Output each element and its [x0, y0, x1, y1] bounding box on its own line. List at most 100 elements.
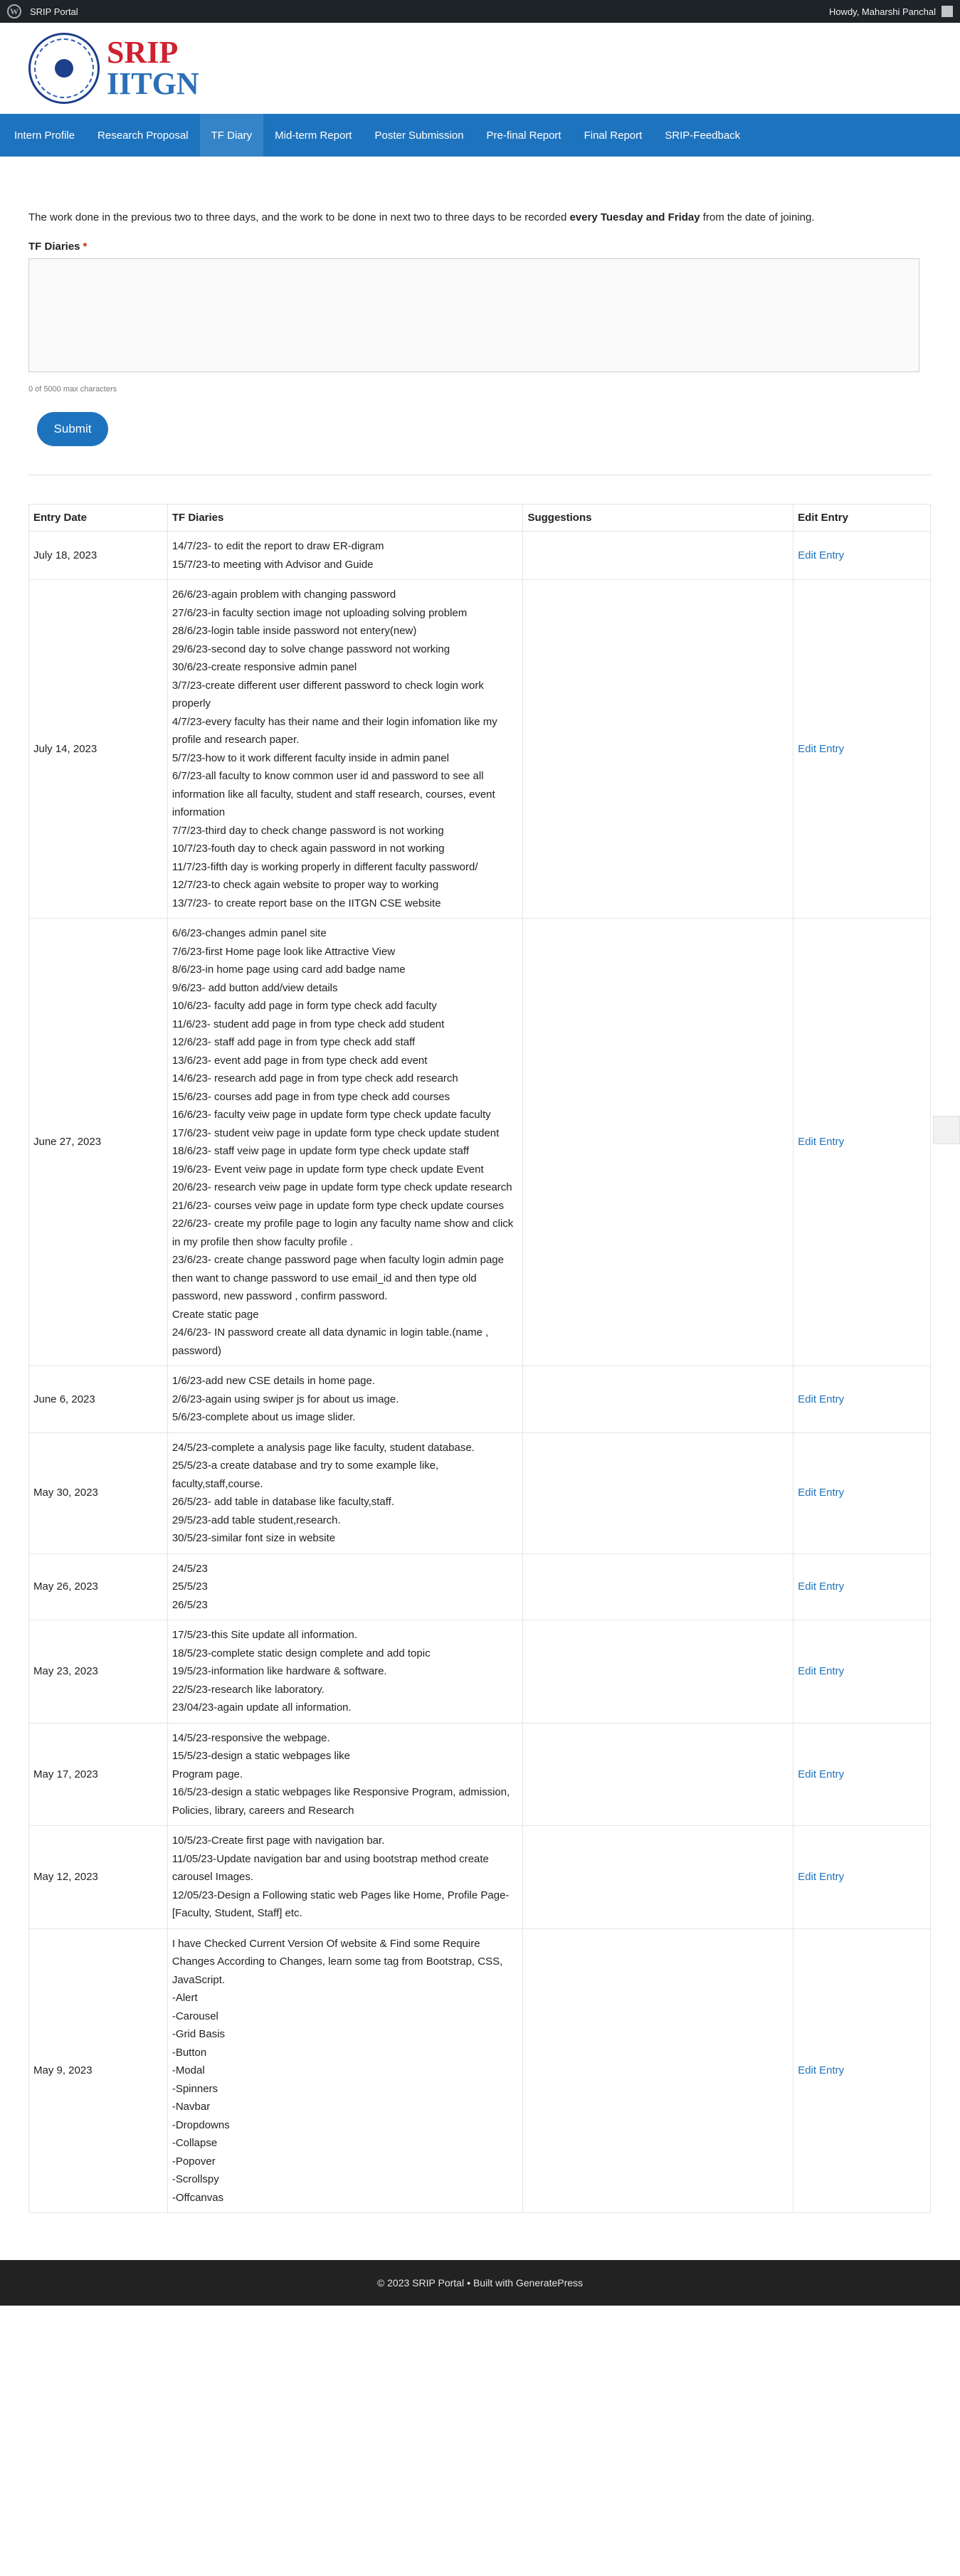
entry-suggestions — [522, 531, 794, 580]
entry-diary: 1/6/23-add new CSE details in home page.… — [167, 1366, 524, 1433]
entry-suggestions — [522, 1722, 794, 1826]
edit-entry-link[interactable]: Edit Entry — [798, 1871, 844, 1883]
admin-bar-greeting[interactable]: Howdy, Maharshi Panchal — [829, 6, 936, 17]
site-logo[interactable]: SRIP IITGN — [28, 33, 199, 104]
diary-line: -Carousel — [172, 2010, 218, 2022]
diary-line: 6/7/23-all faculty to know common user i… — [172, 770, 495, 818]
nav-item-intern-profile[interactable]: Intern Profile — [3, 114, 86, 157]
diary-line: 5/6/23-complete about us image slider. — [172, 1411, 356, 1423]
entry-date: May 12, 2023 — [28, 1825, 168, 1929]
required-marker: * — [83, 241, 88, 253]
diary-line: 19/6/23- Event veiw page in update form … — [172, 1163, 484, 1176]
entry-edit-cell: Edit Entry — [793, 1432, 931, 1554]
entry-edit-cell: Edit Entry — [793, 1366, 931, 1433]
entry-date: May 30, 2023 — [28, 1432, 168, 1554]
site-header: SRIP IITGN — [0, 23, 960, 114]
diary-line: 29/6/23-second day to solve change passw… — [172, 643, 450, 655]
table-row: May 9, 2023 I have Checked Current Versio… — [28, 1928, 931, 2213]
diary-line: Program page. — [172, 1768, 243, 1780]
nav-item-final-report[interactable]: Final Report — [573, 114, 654, 157]
diary-line: 25/5/23 — [172, 1580, 208, 1593]
table-row: May 23, 2023 17/5/23-this Site update all… — [28, 1620, 931, 1724]
entry-edit-cell: Edit Entry — [793, 918, 931, 1366]
diary-line: 10/5/23-Create first page with navigatio… — [172, 1835, 385, 1847]
edit-entry-link[interactable]: Edit Entry — [798, 2064, 844, 2076]
edit-entry-link[interactable]: Edit Entry — [798, 1393, 844, 1405]
edit-entry-link[interactable]: Edit Entry — [798, 1487, 844, 1499]
header-suggestions: Suggestions — [522, 504, 794, 532]
diary-line: -Alert — [172, 1992, 198, 2004]
diary-line: 30/6/23-create responsive admin panel — [172, 661, 357, 673]
table-row: July 14, 2023 26/6/23-again problem with … — [28, 579, 931, 919]
main-content: The work done in the previous two to thr… — [0, 209, 960, 2213]
submit-button[interactable]: Submit — [37, 412, 108, 446]
logo-text-iitgn: IITGN — [107, 66, 199, 101]
avatar[interactable] — [941, 6, 953, 17]
diary-line: -Navbar — [172, 2101, 211, 2113]
diary-entries-table: Entry Date TF Diaries Suggestions Edit E… — [28, 504, 931, 2213]
entry-diary: 6/6/23-changes admin panel site 7/6/23-fi… — [167, 918, 524, 1366]
nav-item-research-proposal[interactable]: Research Proposal — [86, 114, 200, 157]
entry-edit-cell: Edit Entry — [793, 1928, 931, 2213]
diary-line: 11/05/23-Update navigation bar and using… — [172, 1852, 489, 1884]
edit-entry-link[interactable]: Edit Entry — [798, 1665, 844, 1677]
entry-diary: 10/5/23-Create first page with navigatio… — [167, 1825, 524, 1929]
diary-line: 28/6/23-login table inside password not … — [172, 625, 417, 637]
diary-line: 24/5/23-complete a analysis page like fa… — [172, 1441, 475, 1454]
diary-line: 24/6/23- IN password create all data dyn… — [172, 1326, 489, 1357]
nav-item-poster-submission[interactable]: Poster Submission — [363, 114, 475, 157]
diary-line: 25/5/23-a create database and try to som… — [172, 1459, 439, 1490]
footer-built-with[interactable]: Built with GeneratePress — [473, 2277, 583, 2289]
nav-item-mid-term-report[interactable]: Mid-term Report — [263, 114, 363, 157]
entry-edit-cell: Edit Entry — [793, 1620, 931, 1724]
table-row: May 30, 2023 24/5/23-complete a analysis … — [28, 1432, 931, 1554]
diary-line: 26/5/23 — [172, 1598, 208, 1611]
diary-line: 8/6/23-in home page using card add badge… — [172, 964, 406, 976]
entry-date: May 9, 2023 — [28, 1928, 168, 2213]
edit-entry-link[interactable]: Edit Entry — [798, 549, 844, 561]
edit-entry-link[interactable]: Edit Entry — [798, 1580, 844, 1593]
diary-line: Create static page — [172, 1308, 259, 1321]
diary-line: 14/6/23- research add page in from type … — [172, 1072, 458, 1084]
diary-line: -Modal — [172, 2064, 205, 2076]
diary-line: -Grid Basis — [172, 2028, 226, 2040]
diary-line: 11/6/23- student add page in from type c… — [172, 1018, 445, 1030]
entry-edit-cell: Edit Entry — [793, 1825, 931, 1929]
admin-bar-account[interactable]: Howdy, Maharshi Panchal — [829, 6, 953, 17]
header-entry-date: Entry Date — [28, 504, 168, 532]
entry-suggestions — [522, 1366, 794, 1433]
entry-diary: 26/6/23-again problem with changing pass… — [167, 579, 524, 919]
table-row: June 6, 2023 1/6/23-add new CSE details i… — [28, 1366, 931, 1433]
table-row: July 18, 2023 14/7/23- to edit the report… — [28, 531, 931, 580]
diary-line: 9/6/23- add button add/view details — [172, 981, 338, 994]
nav-item-pre-final-report[interactable]: Pre-final Report — [475, 114, 573, 157]
edit-entry-link[interactable]: Edit Entry — [798, 1768, 844, 1780]
tf-diaries-textarea[interactable] — [28, 258, 919, 372]
side-scroll-tab[interactable] — [933, 1116, 960, 1144]
diary-line: 3/7/23-create different user different p… — [172, 679, 484, 710]
diary-line: 2/6/23-again using swiper js for about u… — [172, 1393, 399, 1405]
wordpress-logo-icon[interactable]: W — [7, 4, 21, 19]
diary-line: 15/6/23- courses add page in from type c… — [172, 1090, 450, 1103]
entry-date: June 27, 2023 — [28, 918, 168, 1366]
nav-item-srip-feedback[interactable]: SRIP-Feedback — [653, 114, 751, 157]
diary-line: 22/5/23-research like laboratory. — [172, 1683, 325, 1696]
diary-line: 14/7/23- to edit the report to draw ER-d… — [172, 540, 384, 552]
admin-bar-site-name[interactable]: SRIP Portal — [30, 6, 78, 17]
nav-item-tf-diary[interactable]: TF Diary — [199, 114, 264, 157]
diary-line: 5/7/23-how to it work different faculty … — [172, 751, 449, 764]
edit-entry-link[interactable]: Edit Entry — [798, 743, 844, 755]
table-row: June 27, 2023 6/6/23-changes admin panel … — [28, 918, 931, 1366]
site-footer: © 2023 SRIP Portal • Built with Generate… — [0, 2260, 960, 2306]
diary-line: 4/7/23-every faculty has their name and … — [172, 715, 497, 746]
edit-entry-link[interactable]: Edit Entry — [798, 1136, 844, 1148]
diary-line: 7/6/23-first Home page look like Attract… — [172, 945, 396, 958]
diary-line: 10/6/23- faculty add page in form type c… — [172, 1000, 437, 1012]
diary-line: 14/5/23-responsive the webpage. — [172, 1731, 330, 1744]
diary-line: 26/6/23-again problem with changing pass… — [172, 588, 396, 601]
diary-line: 10/7/23-fouth day to check again passwor… — [172, 843, 445, 855]
table-row: May 26, 2023 24/5/23 25/5/23 26/5/23 Edit En… — [28, 1553, 931, 1620]
entry-diary: 24/5/23 25/5/23 26/5/23 — [167, 1553, 524, 1620]
diary-line: 11/7/23-fifth day is working properly in… — [172, 860, 478, 873]
diary-line: 15/7/23-to meeting with Advisor and Guid… — [172, 558, 374, 571]
